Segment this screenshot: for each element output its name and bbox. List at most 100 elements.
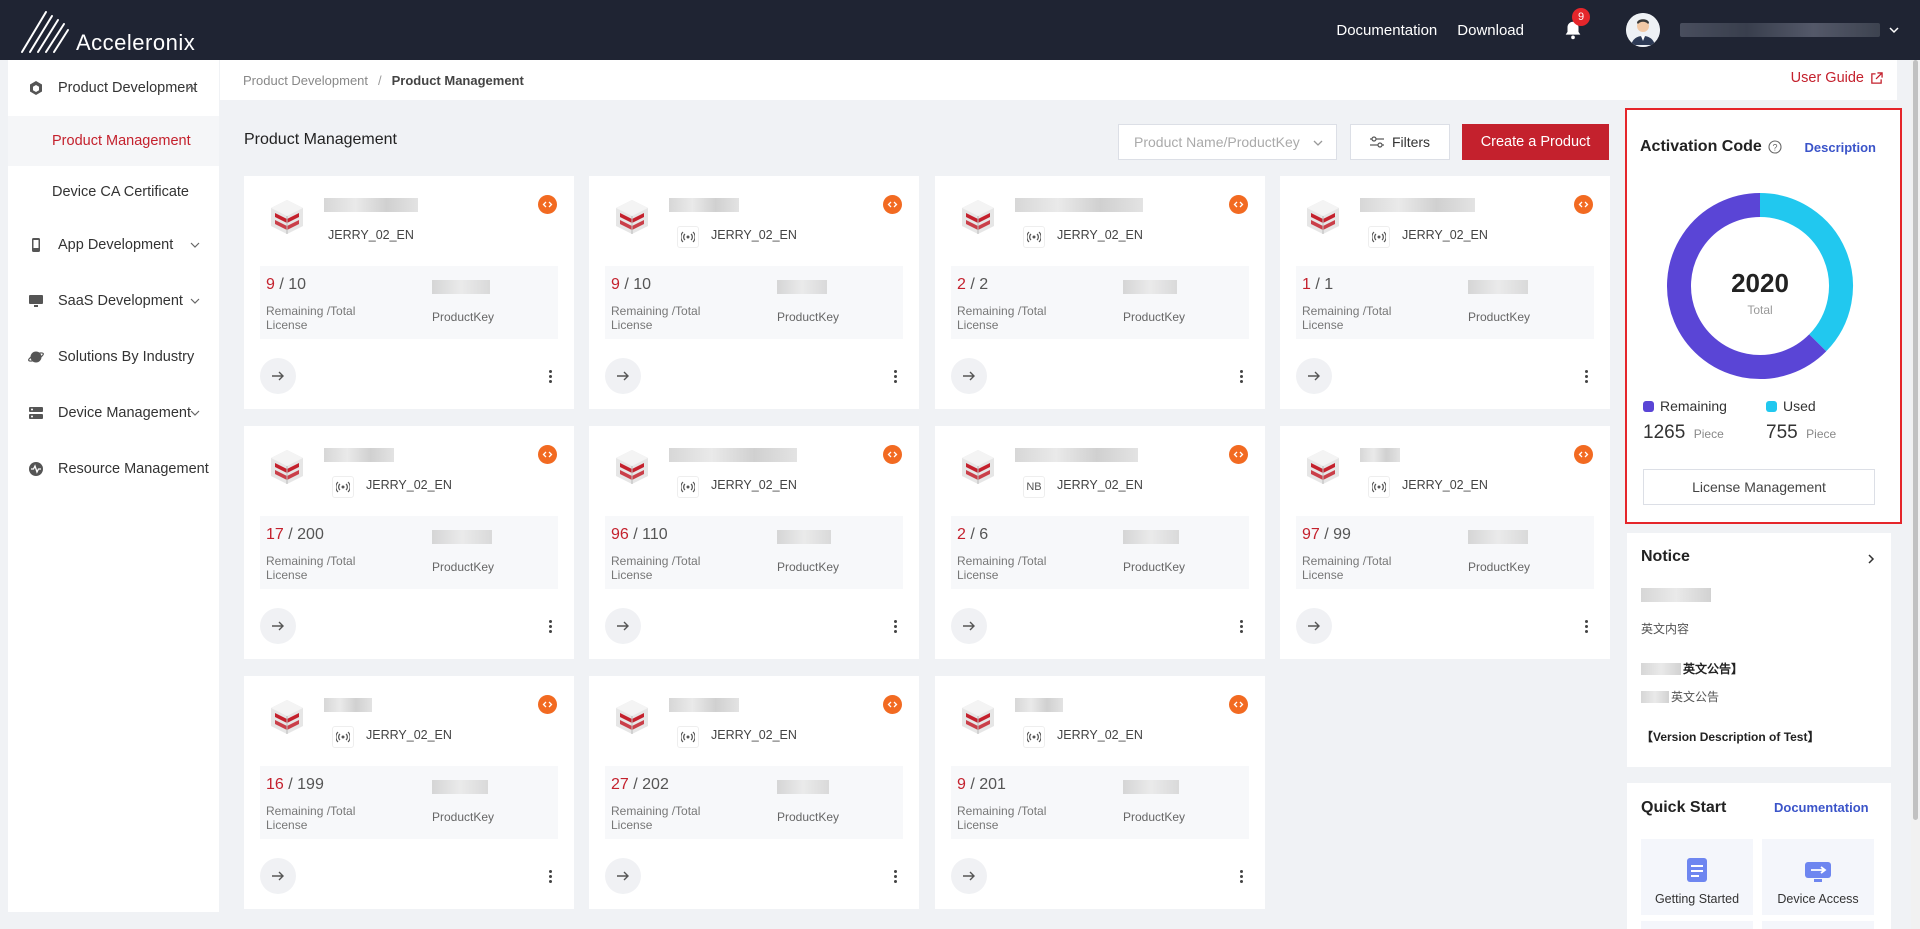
avatar[interactable]	[1626, 13, 1660, 47]
create-product-button[interactable]: Create a Product	[1462, 124, 1609, 160]
more-options-icon[interactable]	[1233, 616, 1249, 636]
network-wifi-icon	[1023, 726, 1045, 748]
product-name-redacted	[1015, 448, 1138, 462]
open-product-button[interactable]	[260, 608, 296, 644]
more-options-icon[interactable]	[542, 616, 558, 636]
quick-start-tile-partial[interactable]	[1641, 921, 1753, 929]
sidebar-item-resource-management[interactable]: Resource Management	[8, 441, 219, 497]
product-card[interactable]: NB JERRY_02_EN 2 / 6 Remaining /Total Licen…	[935, 426, 1265, 659]
chevron-right-icon[interactable]	[1865, 553, 1877, 565]
more-options-icon[interactable]	[542, 366, 558, 386]
network-wifi-icon	[1368, 476, 1390, 498]
notice-item[interactable]: 英文公告】	[1641, 660, 1743, 677]
product-stats: 96 / 110 Remaining /Total License ProductK…	[605, 516, 903, 589]
device-access-tile[interactable]: Device Access	[1762, 839, 1874, 915]
quick-start-title: Quick Start	[1641, 799, 1727, 816]
sidebar-item-product-development[interactable]: Product Development	[8, 60, 219, 116]
sidebar-item-saas-development[interactable]: SaaS Development	[8, 273, 219, 329]
product-card[interactable]: JERRY_02_EN 9 / 10 Remaining /Total Licens…	[589, 176, 919, 409]
download-link[interactable]: Download	[1457, 22, 1524, 39]
license-label: Remaining /Total License	[1302, 554, 1392, 582]
product-card[interactable]: JERRY_02_EN 1 / 1 Remaining /Total License…	[1280, 176, 1610, 409]
notice-item[interactable]: 英文公告	[1641, 688, 1719, 705]
getting-started-tile[interactable]: Getting Started	[1641, 839, 1753, 915]
sidebar-item-app-development[interactable]: App Development	[8, 217, 219, 273]
notice-panel: Notice 英文内容 英文公告】 英文公告 【Version Descript…	[1627, 533, 1891, 767]
sidebar-item-product-management[interactable]: Product Management	[8, 116, 219, 166]
brand-logo[interactable]: Acceleronix	[20, 8, 195, 54]
open-product-button[interactable]	[1296, 608, 1332, 644]
product-card[interactable]: JERRY_02_EN 9 / 201 Remaining /Total Licen…	[935, 676, 1265, 909]
notice-title-redacted[interactable]	[1641, 588, 1711, 602]
chevron-down-icon[interactable]	[1888, 24, 1900, 36]
quick-start-tile-partial[interactable]	[1762, 921, 1874, 929]
filter-sliders-icon	[1369, 136, 1384, 148]
remaining-label: Remaining	[1660, 398, 1727, 414]
license-count: 9 / 10	[611, 276, 652, 293]
notice-item[interactable]: 【Version Description of Test】	[1641, 728, 1819, 745]
more-options-icon[interactable]	[1578, 616, 1594, 636]
product-card[interactable]: JERRY_02_EN 27 / 202 Remaining /Total Lice…	[589, 676, 919, 909]
product-card[interactable]: JERRY_02_EN 96 / 110 Remaining /Total Lice…	[589, 426, 919, 659]
open-product-button[interactable]	[605, 608, 641, 644]
sidebar-item-solutions-by-industry[interactable]: Solutions By Industry	[8, 329, 219, 385]
product-card[interactable]: JERRY_02_EN 16 / 199 Remaining /Total Lice…	[244, 676, 574, 909]
page-scrollbar-thumb[interactable]	[1913, 60, 1918, 820]
product-card[interactable]: JERRY_02_EN 17 / 200 Remaining /Total Lice…	[244, 426, 574, 659]
breadcrumb-parent[interactable]: Product Development	[243, 73, 368, 88]
quick-start-documentation-link[interactable]: Documentation	[1774, 800, 1869, 815]
documentation-link[interactable]: Documentation	[1336, 22, 1437, 39]
license-management-button[interactable]: License Management	[1643, 469, 1875, 505]
username-redacted[interactable]	[1680, 23, 1880, 37]
notice-item[interactable]: 英文内容	[1641, 620, 1689, 637]
notifications-button[interactable]: 9	[1560, 8, 1590, 43]
product-card[interactable]: JERRY_02_EN 97 / 99 Remaining /Total Licen…	[1280, 426, 1610, 659]
more-options-icon[interactable]	[1233, 866, 1249, 886]
more-options-icon[interactable]	[887, 366, 903, 386]
sidebar-item-device-ca-certificate[interactable]: Device CA Certificate	[8, 167, 219, 217]
arrow-right-icon	[617, 621, 629, 631]
more-options-icon[interactable]	[1233, 366, 1249, 386]
license-total: 2	[979, 276, 989, 293]
open-product-button[interactable]	[260, 858, 296, 894]
help-icon[interactable]: ?	[1768, 140, 1782, 154]
chevron-down-icon	[190, 242, 200, 248]
notice-item-text: 英文公告	[1671, 690, 1720, 704]
license-count: 16 / 199	[266, 776, 324, 793]
open-product-button[interactable]	[1296, 358, 1332, 394]
arrow-right-icon	[963, 871, 975, 881]
search-select[interactable]: Product Name/ProductKey	[1118, 124, 1337, 160]
more-options-icon[interactable]	[887, 866, 903, 886]
product-tag: JERRY_02_EN	[1057, 728, 1143, 742]
open-product-button[interactable]	[951, 358, 987, 394]
description-link[interactable]: Description	[1804, 140, 1876, 155]
license-count: 9 / 201	[957, 776, 1006, 793]
search-placeholder: Product Name/ProductKey	[1134, 134, 1300, 150]
sidebar-item-device-management[interactable]: Device Management	[8, 385, 219, 441]
more-options-icon[interactable]	[1578, 366, 1594, 386]
svg-text:?: ?	[1772, 143, 1777, 153]
open-product-button[interactable]	[605, 858, 641, 894]
more-options-icon[interactable]	[887, 616, 903, 636]
external-link-icon	[1871, 71, 1883, 84]
product-key-label: ProductKey	[1123, 310, 1186, 324]
notice-title: Notice	[1641, 548, 1690, 565]
license-total: 99	[1333, 526, 1351, 543]
product-name-redacted	[324, 198, 418, 212]
license-total: 201	[979, 776, 1006, 793]
product-card[interactable]: JERRY_02_EN 2 / 2 Remaining /Total License…	[935, 176, 1265, 409]
network-wifi-icon	[1023, 226, 1045, 248]
open-product-button[interactable]	[260, 358, 296, 394]
license-remaining: 9	[611, 276, 620, 293]
product-card[interactable]: JERRY_02_EN 9 / 10 Remaining /Total Licens…	[244, 176, 574, 409]
open-product-button[interactable]	[951, 858, 987, 894]
filters-button[interactable]: Filters	[1350, 124, 1450, 160]
remaining-swatch	[1643, 401, 1654, 412]
product-stats: 2 / 2 Remaining /Total License ProductKey	[951, 266, 1249, 339]
license-total: 6	[979, 526, 989, 543]
open-product-button[interactable]	[605, 358, 641, 394]
more-options-icon[interactable]	[542, 866, 558, 886]
user-guide-link[interactable]: User Guide	[1791, 70, 1883, 86]
code-badge-icon	[1574, 195, 1593, 214]
open-product-button[interactable]	[951, 608, 987, 644]
